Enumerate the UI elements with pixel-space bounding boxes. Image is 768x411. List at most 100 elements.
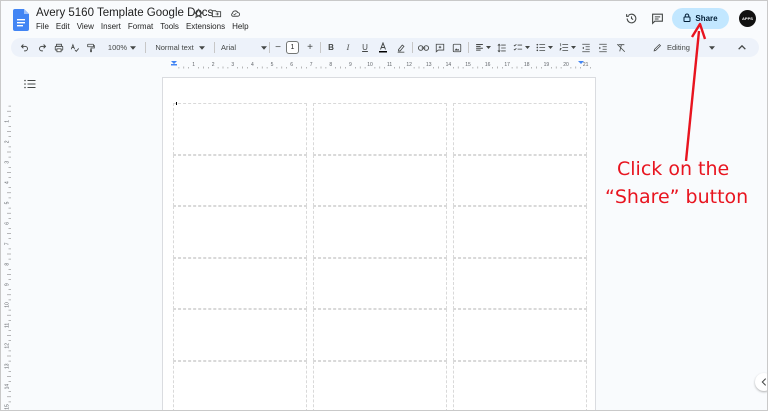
numbered-list-icon[interactable]	[557, 38, 577, 57]
ruler-number: 13	[426, 62, 432, 68]
ruler-number: 10	[367, 62, 373, 68]
label-cell[interactable]	[453, 154, 587, 206]
chevron-left-icon	[761, 378, 767, 386]
label-cell[interactable]	[313, 309, 447, 361]
menu-extensions[interactable]: Extensions	[186, 22, 225, 31]
toolbar-divider	[145, 42, 146, 53]
font-size-input[interactable]: 1	[286, 41, 299, 54]
label-cell[interactable]	[313, 360, 447, 410]
label-cell[interactable]	[173, 103, 307, 155]
ruler-number: 6	[290, 62, 293, 68]
menu-tools[interactable]: Tools	[160, 22, 179, 31]
label-cell[interactable]	[453, 103, 587, 155]
annotation-text: Click on the “Share” button	[605, 155, 765, 211]
style-select[interactable]: Normal text	[151, 38, 209, 57]
ruler-number: 8	[5, 263, 11, 266]
increase-font-size-icon[interactable]: +	[304, 38, 316, 57]
docs-logo-icon[interactable]	[13, 9, 29, 31]
ruler-number: 4	[251, 62, 254, 68]
label-cell[interactable]	[173, 257, 307, 309]
zoom-select[interactable]: 100%	[104, 38, 140, 57]
version-history-icon[interactable]	[624, 11, 638, 25]
ruler-number: 19	[544, 62, 550, 68]
checklist-icon[interactable]	[511, 38, 531, 57]
ruler-number: 18	[524, 62, 530, 68]
toolbar-divider	[468, 42, 469, 53]
bulleted-list-icon[interactable]	[534, 38, 554, 57]
ruler-number: 17	[504, 62, 510, 68]
label-cell[interactable]	[173, 154, 307, 206]
ruler-number: 10	[5, 302, 11, 308]
clear-formatting-icon[interactable]	[614, 38, 628, 57]
insert-image-icon[interactable]	[451, 38, 463, 57]
label-cell[interactable]	[313, 257, 447, 309]
highlight-icon[interactable]	[395, 38, 407, 57]
decrease-font-size-icon[interactable]: −	[272, 38, 284, 57]
ruler-number: 14	[5, 384, 11, 390]
increase-indent-icon[interactable]	[596, 38, 610, 57]
avatar[interactable]: APPS	[739, 10, 756, 27]
label-cell[interactable]	[313, 154, 447, 206]
side-panel-toggle[interactable]	[755, 373, 767, 391]
underline-icon[interactable]: U	[359, 38, 371, 57]
cloud-saved-icon[interactable]	[228, 7, 241, 20]
label-cell[interactable]	[313, 103, 447, 155]
label-cell[interactable]	[173, 360, 307, 410]
toolbar-divider	[320, 42, 321, 53]
annotation-line-2: “Share” button	[605, 186, 749, 208]
ruler-number: 8	[329, 62, 332, 68]
menu-file[interactable]: File	[36, 22, 49, 31]
document-page[interactable]	[162, 77, 596, 410]
ruler-number: 4	[5, 181, 11, 184]
label-table[interactable]	[173, 103, 587, 410]
text-color-icon[interactable]	[377, 38, 389, 57]
ruler-number: 12	[5, 343, 11, 349]
align-icon[interactable]	[473, 38, 493, 57]
undo-icon[interactable]	[17, 38, 31, 57]
label-cell[interactable]	[453, 309, 587, 361]
label-cell[interactable]	[453, 360, 587, 410]
star-icon[interactable]	[192, 7, 205, 20]
ruler-number: 12	[406, 62, 412, 68]
link-icon[interactable]	[417, 38, 429, 57]
annotation-line-1: Click on the	[617, 158, 730, 180]
spellcheck-icon[interactable]	[68, 38, 82, 57]
line-spacing-icon[interactable]	[495, 38, 509, 57]
vertical-ruler[interactable]: 123456789101112131415	[1, 71, 12, 411]
menu-format[interactable]: Format	[128, 22, 153, 31]
ruler-number: 11	[5, 323, 11, 328]
ruler-number: 7	[5, 242, 11, 245]
print-icon[interactable]	[52, 38, 66, 57]
label-cell[interactable]	[453, 257, 587, 309]
label-cell[interactable]	[173, 206, 307, 258]
hide-menus-icon[interactable]	[735, 38, 749, 57]
add-comment-icon[interactable]	[434, 38, 446, 57]
label-cell[interactable]	[173, 309, 307, 361]
menu-help[interactable]: Help	[232, 22, 248, 31]
redo-icon[interactable]	[35, 38, 49, 57]
comments-icon[interactable]	[650, 11, 664, 25]
move-folder-icon[interactable]	[210, 7, 223, 20]
label-cell[interactable]	[313, 206, 447, 258]
document-outline-icon[interactable]	[24, 76, 36, 89]
menu-edit[interactable]: Edit	[56, 22, 70, 31]
menu-view[interactable]: View	[77, 22, 94, 31]
document-title[interactable]: Avery 5160 Template Google Docs	[36, 7, 213, 19]
text-cursor	[176, 102, 177, 105]
ruler-number: 5	[271, 62, 274, 68]
ruler-number: 14	[446, 62, 452, 68]
horizontal-ruler[interactable]: 1 2 3 4 5 6 7 8 9 10 11 12 13 14 15 16 17 18 19 20 21	[161, 60, 597, 69]
label-cell[interactable]	[453, 206, 587, 258]
left-indent-marker[interactable]	[171, 61, 177, 64]
toolbar-divider	[412, 42, 413, 53]
font-select[interactable]: Arial	[221, 38, 267, 57]
ruler-number: 1	[5, 120, 11, 123]
bold-icon[interactable]: B	[325, 38, 337, 57]
first-line-indent-marker[interactable]	[171, 64, 177, 66]
ruler-number: 9	[5, 283, 11, 286]
italic-icon[interactable]: I	[342, 38, 354, 57]
decrease-indent-icon[interactable]	[579, 38, 593, 57]
menu-insert[interactable]: Insert	[101, 22, 121, 31]
ruler-number: 13	[5, 363, 11, 369]
paint-format-icon[interactable]	[84, 38, 98, 57]
